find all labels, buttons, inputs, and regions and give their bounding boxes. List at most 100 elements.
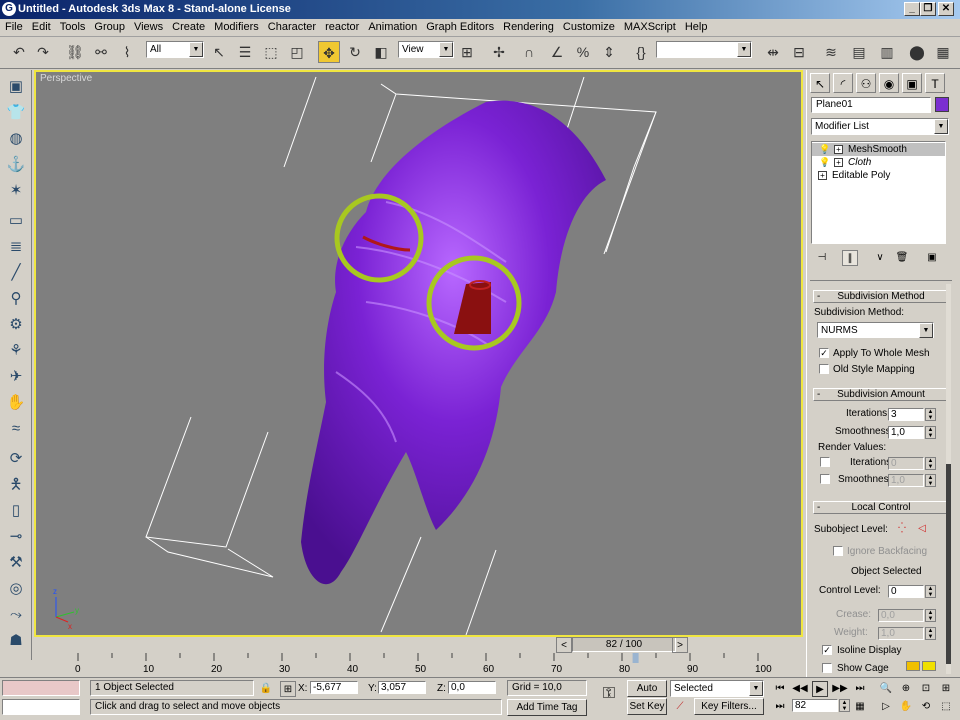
key-filters-button[interactable]: Key Filters... xyxy=(694,698,764,715)
spring-icon[interactable]: ≣ xyxy=(5,236,27,258)
lightbulb-icon[interactable]: 💡 xyxy=(819,143,830,156)
control-level-spinner[interactable]: 0 ▲ ▼ xyxy=(888,585,936,598)
fracture-icon[interactable]: ✈ xyxy=(5,366,27,388)
expand-icon[interactable]: + xyxy=(818,171,827,180)
rope-collection-icon[interactable]: ⚓ xyxy=(5,154,27,176)
select-object-icon[interactable]: ↖ xyxy=(208,41,230,63)
apply-whole-mesh-checkbox[interactable]: ✓ xyxy=(819,348,829,358)
zoom-extents-all-icon[interactable]: ⊞ xyxy=(938,681,954,697)
spinner-snap-icon[interactable]: ⇕ xyxy=(598,41,620,63)
key-mode-toggle-icon[interactable]: ⏭ xyxy=(772,699,788,715)
time-configuration-icon[interactable]: ▦ xyxy=(852,699,868,715)
3ds-max-icon[interactable]: G xyxy=(2,2,16,16)
next-frame-icon[interactable]: ▶▶ xyxy=(832,681,848,697)
constraint-solver-icon[interactable]: ⟳ xyxy=(5,448,27,470)
menu-character[interactable]: Character xyxy=(263,19,320,33)
preview-animation-icon[interactable]: ☗ xyxy=(5,630,27,652)
current-frame-marker[interactable] xyxy=(632,653,639,663)
display-tab-icon[interactable]: ▣ xyxy=(902,73,922,93)
selection-filter-dropdown[interactable]: All ▼ xyxy=(146,41,204,58)
next-frame-arrow-icon[interactable]: > xyxy=(672,637,688,653)
expand-icon[interactable]: + xyxy=(834,145,843,154)
cage-selected-color-swatch[interactable] xyxy=(922,661,936,671)
set-key-icon[interactable]: ⚿ xyxy=(598,686,620,702)
go-to-end-icon[interactable]: ⏭ xyxy=(852,681,868,697)
current-frame-field[interactable]: 82 ▲ ▼ xyxy=(792,699,850,712)
auto-key-button[interactable]: Auto Key xyxy=(627,680,667,709)
wind-icon[interactable]: ⚙ xyxy=(5,314,27,336)
local-control-rollout[interactable]: - Local Control xyxy=(813,501,949,514)
reference-coordinate-dropdown[interactable]: View ▼ xyxy=(398,41,454,58)
window-crossing-icon[interactable]: ◰ xyxy=(286,41,308,63)
create-tab-icon[interactable]: ↖ xyxy=(810,73,830,93)
menu-rendering[interactable]: Rendering xyxy=(498,19,558,33)
water-icon[interactable]: ✋ xyxy=(5,392,27,414)
add-time-tag-button[interactable]: Add Time Tag xyxy=(507,699,587,716)
object-color-swatch[interactable] xyxy=(935,97,949,112)
percent-snap-icon[interactable]: % xyxy=(572,41,594,63)
menu-file[interactable]: File xyxy=(0,19,27,33)
time-slider[interactable]: < 82 / 100 > xyxy=(34,637,803,653)
lock-selection-icon[interactable]: 🔒 xyxy=(258,681,274,697)
render-scene-icon[interactable]: ▦ xyxy=(932,41,954,63)
dashpot-icon[interactable]: ╱ xyxy=(5,262,27,284)
pivot-center-icon[interactable]: ⊞ xyxy=(456,41,478,63)
schematic-view-icon[interactable]: ▥ xyxy=(876,41,898,63)
previous-frame-icon[interactable]: ◀◀ xyxy=(792,681,808,697)
snaps-toggle-icon[interactable]: ∩ xyxy=(518,41,540,63)
menu-graph-editors[interactable]: Graph Editors xyxy=(421,19,498,33)
deforming-mesh-collection-icon[interactable]: ✶ xyxy=(5,180,27,202)
ragdoll-icon[interactable]: 🯅 xyxy=(5,474,27,496)
configure-sets-icon[interactable]: ▣ xyxy=(924,250,940,266)
menu-create[interactable]: Create xyxy=(167,19,209,33)
subdivision-method-rollout[interactable]: - Subdivision Method xyxy=(813,290,949,303)
edit-named-selection-icon[interactable]: {} xyxy=(630,41,652,63)
pan-icon[interactable]: ✋ xyxy=(898,699,914,715)
menu-customize[interactable]: Customize xyxy=(558,19,619,33)
undo-icon[interactable]: ↶ xyxy=(8,41,30,63)
menu-group[interactable]: Group xyxy=(89,19,129,33)
play-icon[interactable]: ▶ xyxy=(812,681,828,697)
modifier-stack[interactable]: 💡 + MeshSmooth 💡 + Cloth + Editable Poly xyxy=(811,141,946,244)
rigid-body-collection-icon[interactable]: ▣ xyxy=(5,76,27,98)
prismatic-icon[interactable]: ⚒ xyxy=(5,552,27,574)
weight-spinner[interactable]: 1,0 ▲ ▼ xyxy=(878,627,936,640)
show-end-result-icon[interactable]: ∥ xyxy=(842,250,858,266)
absolute-mode-transform-icon[interactable]: ⊞ xyxy=(280,681,296,697)
remove-modifier-icon[interactable]: 🗑 xyxy=(894,250,910,266)
redo-icon[interactable]: ↷ xyxy=(32,41,54,63)
show-cage-checkbox[interactable] xyxy=(822,663,832,673)
subdivision-amount-rollout[interactable]: - Subdivision Amount xyxy=(813,388,949,401)
smoothness-spinner[interactable]: 1,0 ▲ ▼ xyxy=(888,426,936,439)
lightbulb-icon[interactable]: 💡 xyxy=(819,156,830,169)
toy-car-icon[interactable]: ⚘ xyxy=(5,340,27,362)
render-iterations-checkbox[interactable] xyxy=(820,457,830,467)
select-and-manipulate-icon[interactable]: ✢ xyxy=(488,41,510,63)
menu-edit[interactable]: Edit xyxy=(27,19,55,33)
zoom-extents-icon[interactable]: ⊡ xyxy=(918,681,934,697)
menu-views[interactable]: Views xyxy=(129,19,167,33)
minimize-icon[interactable]: _ xyxy=(904,2,920,16)
subdivision-method-dropdown[interactable]: NURMS ▼ xyxy=(817,322,934,338)
menu-help[interactable]: Help xyxy=(680,19,712,33)
modifier-list-dropdown[interactable]: Modifier List ▼ xyxy=(811,118,949,135)
iterations-spinner[interactable]: 3 ▲ ▼ xyxy=(888,408,936,421)
stack-item[interactable]: 💡 + MeshSmooth xyxy=(812,143,945,156)
ignore-backfacing-checkbox[interactable] xyxy=(833,546,843,556)
render-smoothness-spinner[interactable]: 1,0 ▲ ▼ xyxy=(888,474,936,487)
menu-reactor[interactable]: reactor xyxy=(320,19,363,33)
menu-tools[interactable]: Tools xyxy=(55,19,90,33)
motor-icon[interactable]: ⚲ xyxy=(5,288,27,310)
arc-rotate-icon[interactable]: ⟲ xyxy=(918,699,934,715)
layer-manager-icon[interactable]: ≋ xyxy=(820,41,842,63)
angle-snap-icon[interactable]: ∠ xyxy=(546,41,568,63)
stack-item[interactable]: + Editable Poly xyxy=(812,169,945,182)
select-and-rotate-icon[interactable]: ↻ xyxy=(344,41,366,63)
utilities-tab-icon[interactable]: T xyxy=(925,73,945,93)
isoline-display-checkbox[interactable]: ✓ xyxy=(822,645,832,655)
menu-maxscript[interactable]: MAXScript xyxy=(619,19,680,33)
cage-color-swatch[interactable] xyxy=(906,661,920,671)
pin-stack-icon[interactable]: ⊣ xyxy=(814,250,830,266)
select-by-name-icon[interactable]: ☰ xyxy=(234,41,256,63)
named-selection-sets-dropdown[interactable]: ▼ xyxy=(656,41,752,58)
